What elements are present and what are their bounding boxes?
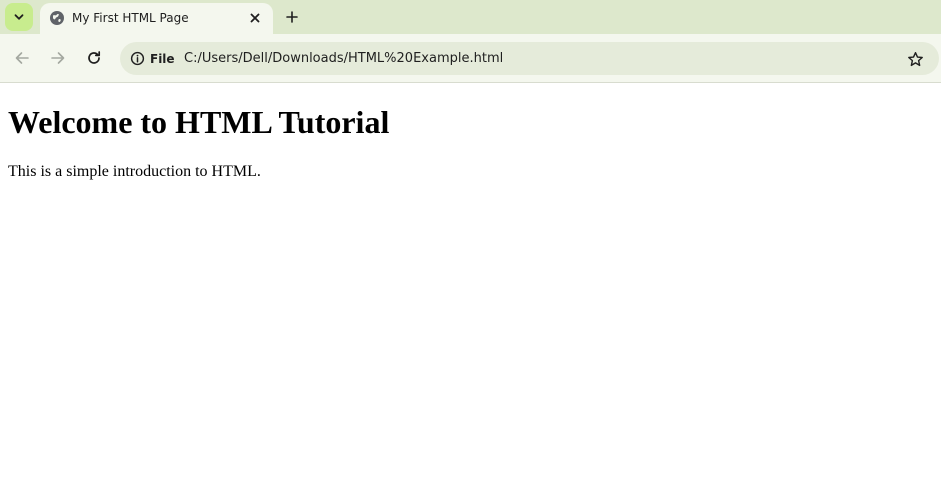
- site-info-label: File: [150, 51, 175, 66]
- tab-title: My First HTML Page: [72, 11, 189, 25]
- new-tab-button[interactable]: [281, 6, 303, 28]
- star-icon: [907, 51, 924, 68]
- site-info-chip[interactable]: File: [126, 46, 181, 71]
- page-paragraph: This is a simple introduction to HTML.: [8, 163, 261, 180]
- reload-button[interactable]: [82, 46, 106, 70]
- plus-icon: [286, 11, 298, 23]
- tab-search-button[interactable]: [5, 3, 33, 31]
- browser-toolbar: File C:/Users/Dell/Downloads/HTML%20Exam…: [0, 34, 941, 83]
- bookmark-button[interactable]: [905, 49, 925, 69]
- back-button[interactable]: [10, 46, 34, 70]
- arrow-left-icon: [14, 50, 30, 66]
- arrow-right-icon: [50, 50, 66, 66]
- page-viewport: Welcome to HTML Tutorial This is a simpl…: [0, 83, 941, 488]
- globe-icon: [49, 10, 65, 26]
- address-bar[interactable]: File C:/Users/Dell/Downloads/HTML%20Exam…: [120, 42, 939, 75]
- url-text[interactable]: C:/Users/Dell/Downloads/HTML%20Example.h…: [184, 51, 503, 66]
- info-icon: [130, 51, 145, 66]
- chevron-down-icon: [13, 11, 25, 23]
- page-heading: Welcome to HTML Tutorial: [8, 104, 390, 140]
- active-tab[interactable]: My First HTML Page: [40, 3, 273, 34]
- tab-strip: My First HTML Page: [0, 0, 941, 34]
- reload-icon: [86, 50, 102, 66]
- forward-button[interactable]: [46, 46, 70, 70]
- close-icon[interactable]: [247, 10, 263, 26]
